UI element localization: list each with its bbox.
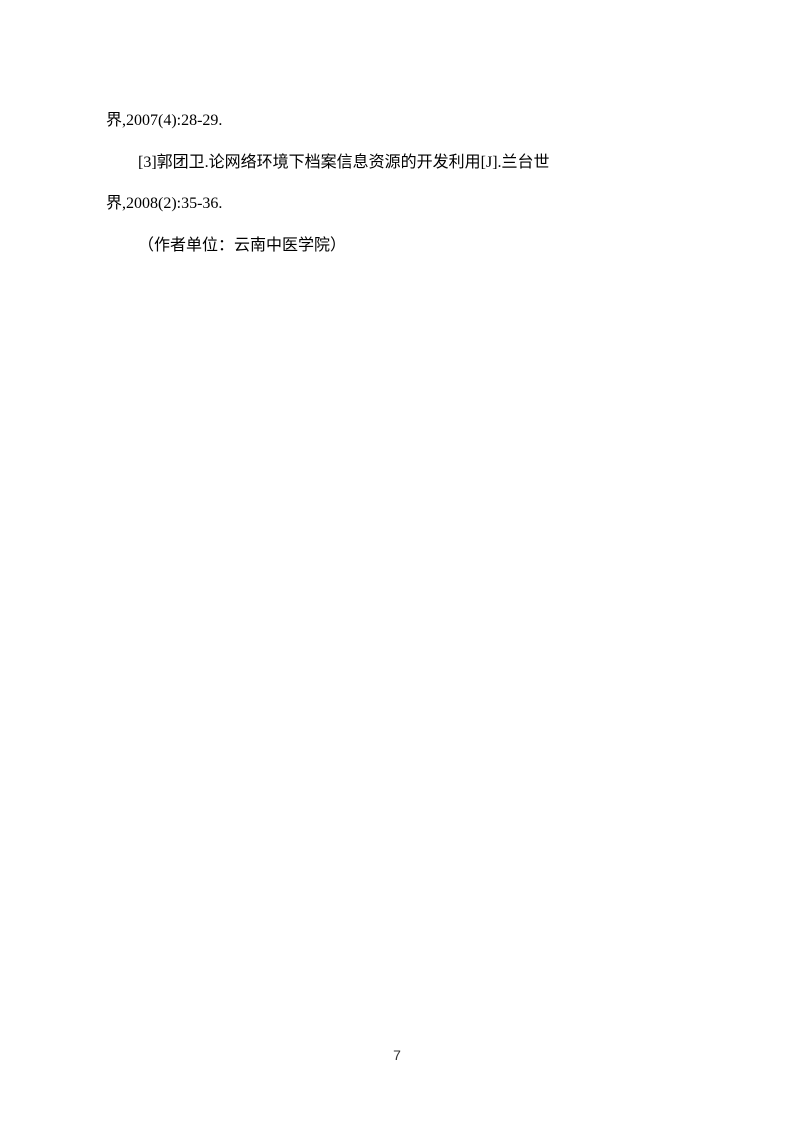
reference-continuation-line: 界,2007(4):28-29. bbox=[106, 100, 688, 142]
reference-item-3-line2: 界,2008(2):35-36. bbox=[106, 183, 688, 225]
author-affiliation: （作者单位：云南中医学院） bbox=[106, 225, 688, 267]
reference-item-3-line1: [3]郭团卫.论网络环境下档案信息资源的开发利用[J].兰台世 bbox=[106, 142, 688, 184]
page-number: 7 bbox=[0, 1047, 794, 1063]
page-content: 界,2007(4):28-29. [3]郭团卫.论网络环境下档案信息资源的开发利… bbox=[0, 0, 794, 266]
